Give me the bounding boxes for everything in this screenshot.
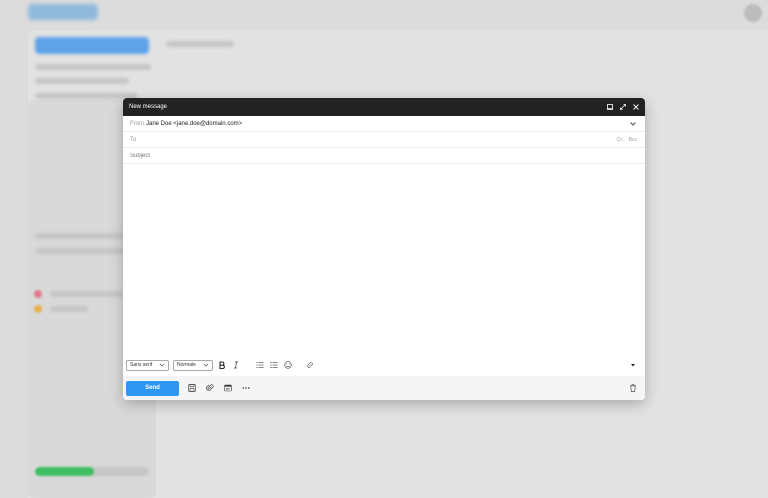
template-icon[interactable] — [222, 382, 234, 394]
label-dot — [34, 290, 42, 298]
formatting-toolbar: Sans serif Normale — [123, 357, 645, 373]
user-avatar — [744, 4, 762, 22]
to-label: To — [130, 136, 137, 143]
window-controls — [607, 104, 639, 110]
font-family-select[interactable]: Sans serif — [126, 359, 169, 371]
blurred-text — [50, 306, 88, 312]
blurred-text — [35, 248, 125, 254]
blurred-text — [35, 93, 137, 99]
send-button[interactable]: Send — [126, 380, 179, 396]
blurred-text — [166, 41, 234, 47]
chevron-down-icon — [159, 363, 165, 367]
bold-icon[interactable] — [217, 360, 227, 370]
font-size-value: Normale — [177, 362, 196, 368]
delete-icon[interactable] — [628, 383, 638, 393]
attach-icon[interactable] — [204, 382, 216, 394]
blurred-text — [50, 291, 124, 297]
bcc-button[interactable]: Bcc — [629, 137, 637, 143]
compose-title: New message — [129, 104, 168, 110]
chevron-down-icon[interactable] — [629, 120, 637, 128]
from-field[interactable]: From Jane Doe <jane.doe@domain.com> — [123, 116, 645, 132]
compose-titlebar: New message — [123, 98, 645, 116]
compose-dialog: New message From Jane Doe <jane.doe@doma… — [123, 98, 645, 400]
storage-progress-fill — [35, 467, 95, 476]
blurred-text — [35, 64, 151, 70]
storage-progress — [35, 467, 149, 476]
label-dot — [34, 305, 42, 313]
subject-field[interactable] — [123, 148, 645, 164]
subject-input[interactable] — [130, 152, 638, 159]
blurred-text — [35, 233, 125, 239]
from-value: Jane Doe <jane.doe@domain.com> — [146, 120, 243, 127]
action-bar: Send — [123, 376, 645, 400]
app-logo — [28, 4, 98, 20]
cc-button[interactable]: Cc — [617, 137, 623, 143]
message-body[interactable] — [123, 164, 645, 354]
emoji-icon[interactable] — [283, 360, 293, 370]
font-family-value: Sans serif — [130, 362, 153, 368]
numbered-list-icon[interactable] — [269, 360, 279, 370]
close-icon[interactable] — [633, 104, 639, 110]
font-size-select[interactable]: Normale — [173, 359, 213, 371]
blurred-text — [35, 78, 129, 84]
from-label: From — [130, 120, 144, 127]
save-icon[interactable] — [186, 382, 198, 394]
italic-icon[interactable] — [231, 360, 241, 370]
bulleted-list-icon[interactable] — [255, 360, 265, 370]
minimize-icon[interactable] — [607, 104, 613, 110]
compose-button-blurred — [35, 37, 149, 54]
chevron-down-icon — [203, 363, 209, 367]
to-field[interactable]: To Cc Bcc — [123, 132, 645, 148]
more-options-icon[interactable] — [240, 382, 252, 394]
more-formatting-icon[interactable] — [629, 361, 637, 369]
expand-icon[interactable] — [620, 104, 626, 110]
to-input[interactable] — [146, 136, 638, 143]
link-icon[interactable] — [305, 360, 315, 370]
